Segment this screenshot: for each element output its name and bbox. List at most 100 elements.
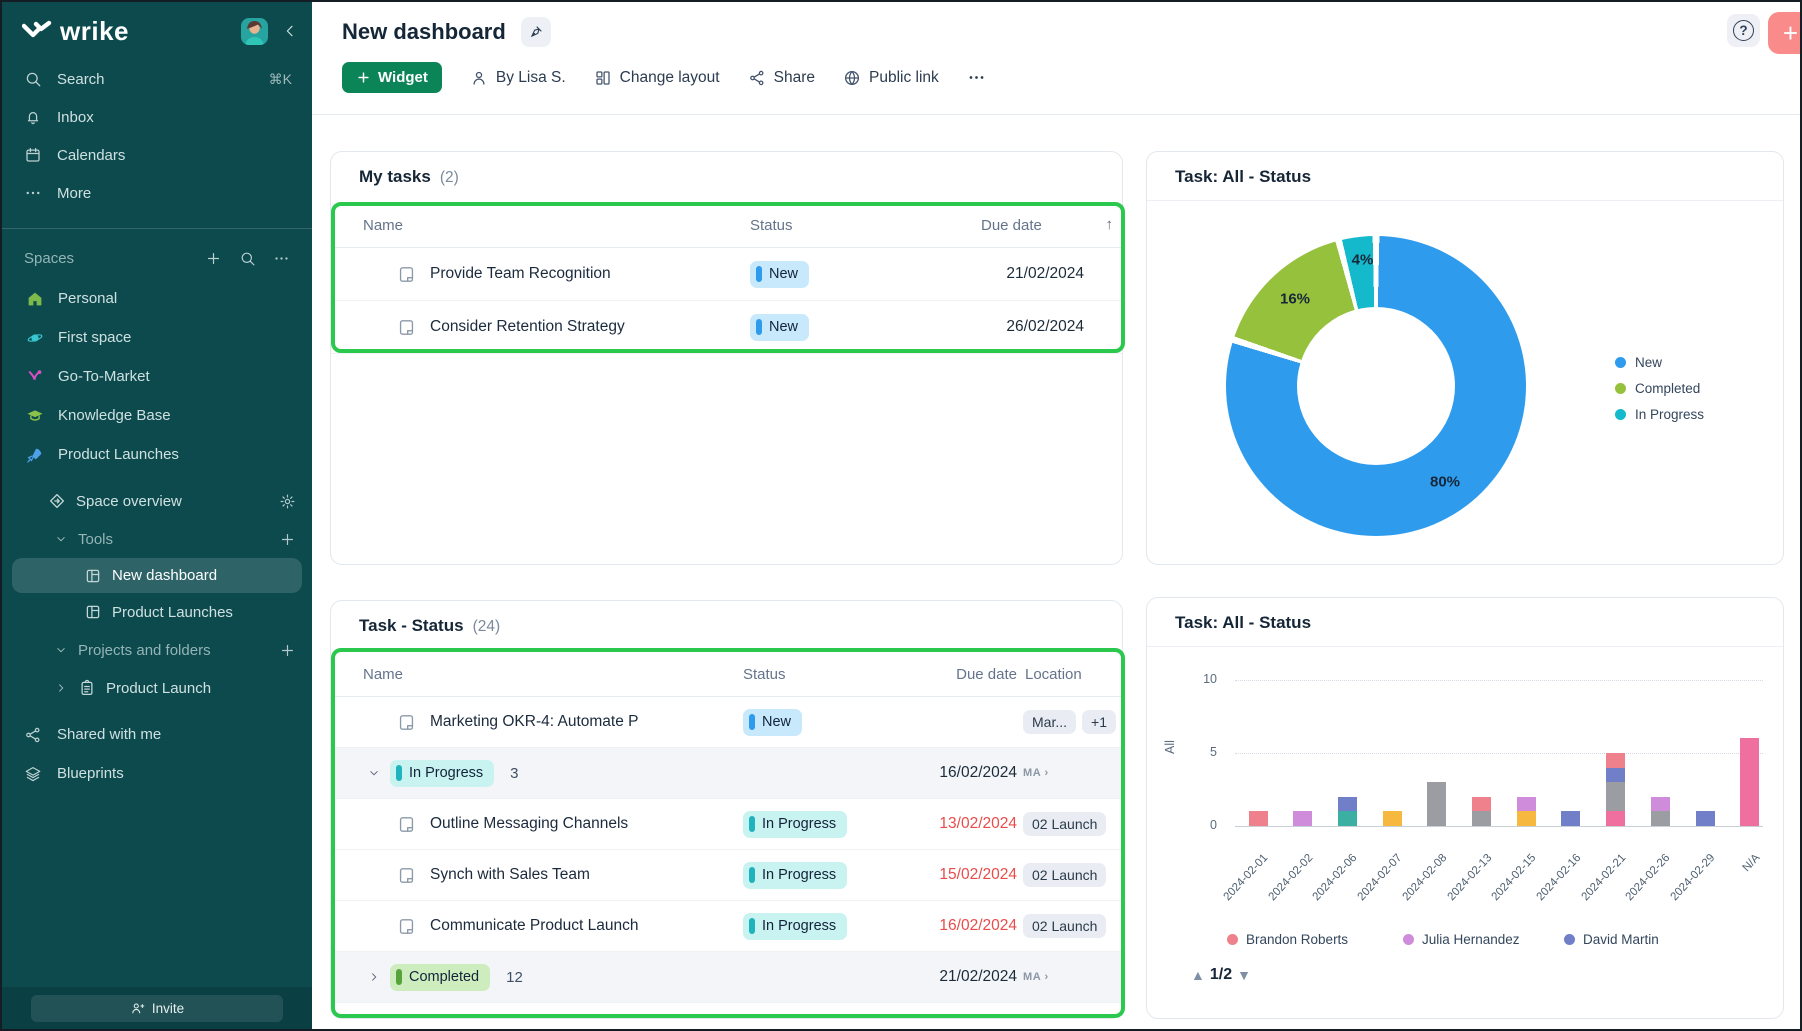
sidebar-item-calendars[interactable]: Calendars xyxy=(2,136,312,174)
bar-segment-orchid xyxy=(1293,811,1312,826)
column-location[interactable]: Location xyxy=(1017,666,1116,683)
table-row[interactable]: Outline Messaging ChannelsIn Progress13/… xyxy=(331,799,1122,850)
legend-item-julia-hernandez[interactable]: Julia Hernandez xyxy=(1403,932,1520,947)
location-chip[interactable]: 02 Launch xyxy=(1023,812,1106,836)
location-chip[interactable]: 02 Launch xyxy=(1023,914,1106,938)
donut-label-completed: 16% xyxy=(1280,291,1310,308)
column-status[interactable]: Status xyxy=(743,666,934,683)
status-badge-new[interactable]: New xyxy=(743,709,802,736)
gear-icon[interactable] xyxy=(279,493,296,510)
clipboard-icon xyxy=(78,679,96,697)
plus-icon[interactable] xyxy=(279,531,296,548)
page-up-icon[interactable]: ▲ xyxy=(1191,967,1205,983)
toolbar-more-button[interactable] xyxy=(967,68,986,87)
tree-item-projects-and-folders[interactable]: Projects and folders xyxy=(2,631,312,669)
donut-label-in-progress: 4% xyxy=(1352,252,1374,269)
legend-item-new[interactable]: New xyxy=(1615,355,1704,370)
space-item-knowledge-base[interactable]: Knowledge Base xyxy=(2,396,312,435)
grid-icon xyxy=(84,567,102,585)
legend-item-brandon-roberts[interactable]: Brandon Roberts xyxy=(1227,932,1348,947)
search-spaces-icon[interactable] xyxy=(239,250,256,267)
wrike-logo[interactable]: wrike xyxy=(22,16,129,47)
sidebar-item-inbox[interactable]: Inbox xyxy=(2,98,312,136)
change-layout-button[interactable]: Change layout xyxy=(594,69,720,87)
add-space-icon[interactable] xyxy=(205,250,222,267)
space-item-label: Personal xyxy=(58,290,117,307)
group-row[interactable]: Completed1221/02/2024MA › xyxy=(331,952,1122,1003)
space-item-product-launches[interactable]: Product Launches xyxy=(2,435,312,474)
status-badge-label: In Progress xyxy=(762,816,836,832)
wrike-logo-icon xyxy=(22,19,52,43)
home-icon xyxy=(26,290,44,308)
avatar-image xyxy=(241,18,268,45)
location-chip[interactable]: 02 Launch xyxy=(1023,863,1106,887)
sort-ascending-icon[interactable]: ↑ xyxy=(1106,216,1114,233)
bar-segment-amber xyxy=(1517,811,1536,826)
pin-button[interactable] xyxy=(521,17,551,47)
status-badge-in-progress[interactable]: In Progress xyxy=(743,862,847,889)
chevron-down-icon[interactable] xyxy=(367,766,381,780)
user-avatar[interactable] xyxy=(241,18,268,45)
tree-item-tools[interactable]: Tools xyxy=(2,520,312,558)
invite-button[interactable]: Invite xyxy=(31,995,283,1022)
donut-legend: New Completed In Progress xyxy=(1615,355,1704,422)
column-due-date[interactable]: Due date xyxy=(981,217,1084,234)
chevron-down-icon[interactable] xyxy=(54,532,68,546)
tree-item-product-launches[interactable]: Product Launches xyxy=(2,593,312,631)
column-name[interactable]: Name xyxy=(363,217,750,234)
column-status[interactable]: Status xyxy=(750,217,981,234)
layers-icon xyxy=(24,765,42,783)
rocket-icon xyxy=(26,446,44,464)
legend-item-completed[interactable]: Completed xyxy=(1615,381,1704,396)
collapse-sidebar-icon[interactable] xyxy=(282,23,298,39)
owner-button[interactable]: By Lisa S. xyxy=(470,69,566,87)
tree-item-space-overview[interactable]: Space overview xyxy=(2,482,312,520)
bell-icon xyxy=(24,108,42,126)
chevron-down-icon[interactable] xyxy=(54,643,68,657)
my-tasks-table-body: Provide Team RecognitionNew21/02/2024Con… xyxy=(331,248,1122,354)
tree-item-product-launch[interactable]: Product Launch xyxy=(2,669,312,707)
page-down-icon[interactable]: ▼ xyxy=(1237,967,1251,983)
column-due-date[interactable]: Due date xyxy=(934,666,1017,683)
plus-icon[interactable] xyxy=(279,642,296,659)
location-chip[interactable]: Mar... xyxy=(1023,710,1076,734)
chevron-right-icon[interactable] xyxy=(54,681,68,695)
status-badge-bar xyxy=(396,765,402,781)
status-badge-in-progress[interactable]: In Progress xyxy=(743,913,847,940)
help-button[interactable]: ? xyxy=(1727,14,1760,47)
my-tasks-count: (2) xyxy=(440,169,459,187)
table-row[interactable]: Synch with Sales TeamIn Progress15/02/20… xyxy=(331,850,1122,901)
space-item-first-space[interactable]: First space xyxy=(2,318,312,357)
table-row[interactable]: Consider Retention StrategyNew26/02/2024 xyxy=(331,301,1122,354)
space-item-personal[interactable]: Personal xyxy=(2,279,312,318)
status-badge-new[interactable]: New xyxy=(750,314,809,341)
chevron-right-icon[interactable] xyxy=(367,970,381,984)
global-add-button[interactable]: + xyxy=(1768,12,1802,54)
sidebar-item-more[interactable]: More xyxy=(2,174,312,212)
status-badge-in-progress[interactable]: In Progress xyxy=(390,760,494,787)
legend-item-in-progress[interactable]: In Progress xyxy=(1615,407,1704,422)
table-row[interactable]: Provide Team RecognitionNew21/02/2024 xyxy=(331,248,1122,301)
status-badge-in-progress[interactable]: In Progress xyxy=(743,811,847,838)
task-name: Marketing OKR-4: Automate P xyxy=(430,713,638,731)
space-item-go-to-market[interactable]: Go-To-Market xyxy=(2,357,312,396)
sidebar-item-blueprints[interactable]: Blueprints xyxy=(2,754,312,793)
column-name[interactable]: Name xyxy=(363,666,743,683)
share-button[interactable]: Share xyxy=(748,69,815,87)
group-row[interactable]: In Progress316/02/2024MA › xyxy=(331,748,1122,799)
sidebar-item-search[interactable]: Search⌘K xyxy=(2,60,312,98)
sidebar-item-shared-with-me[interactable]: Shared with me xyxy=(2,715,312,754)
legend-dot xyxy=(1227,934,1238,945)
table-row[interactable]: Communicate Product LaunchIn Progress16/… xyxy=(331,901,1122,952)
table-row[interactable]: Marketing OKR-4: Automate P New Mar...+1 xyxy=(331,697,1122,748)
location-chip[interactable]: +1 xyxy=(1082,710,1116,734)
public-link-button[interactable]: Public link xyxy=(843,69,939,87)
tree-item-new-dashboard[interactable]: New dashboard xyxy=(12,558,302,593)
legend-item-david-martin[interactable]: David Martin xyxy=(1564,932,1659,947)
task-status-cell: In Progress xyxy=(743,862,934,889)
spaces-more-icon[interactable] xyxy=(273,250,290,267)
status-badge-completed[interactable]: Completed xyxy=(390,964,490,991)
status-badge-new[interactable]: New xyxy=(750,261,809,288)
add-widget-button[interactable]: Widget xyxy=(342,62,442,93)
task-name-cell: Completed12 xyxy=(363,964,743,991)
